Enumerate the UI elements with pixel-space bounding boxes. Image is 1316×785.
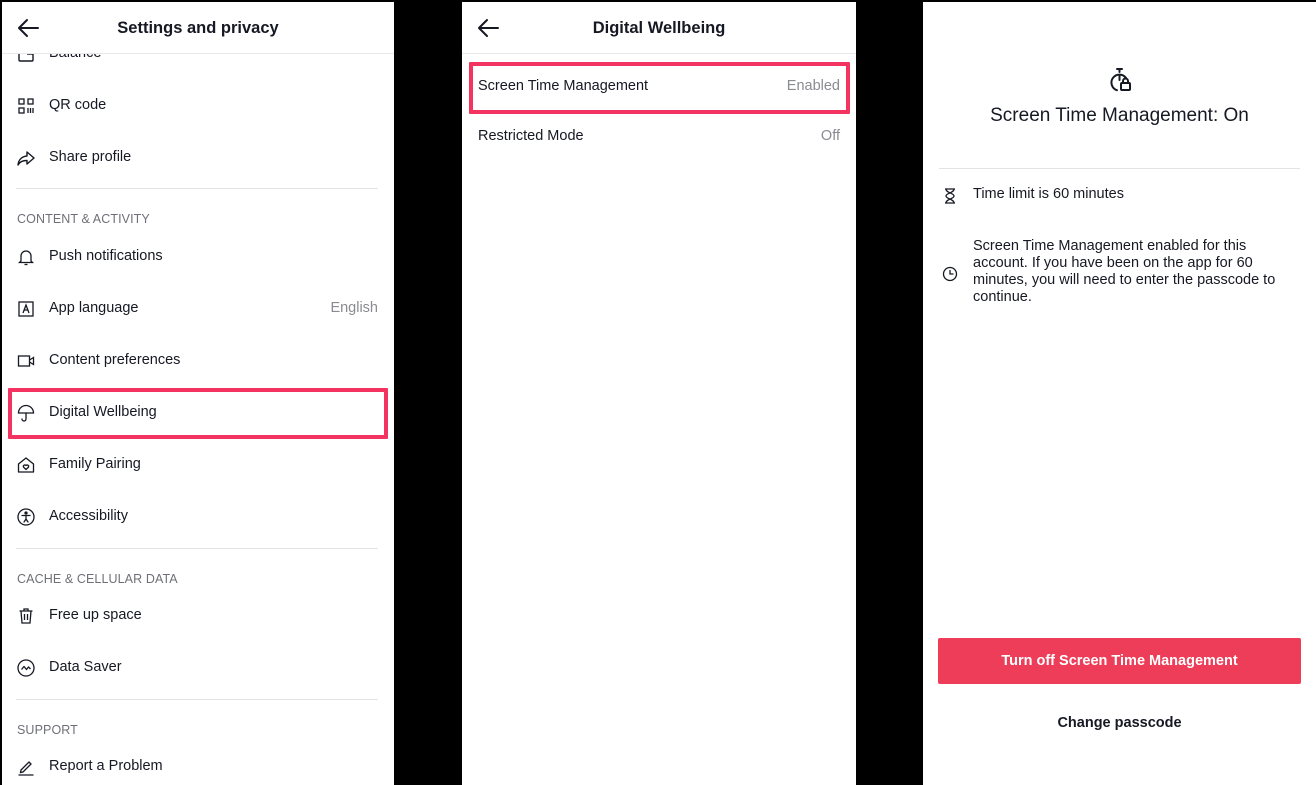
settings-item-app-language[interactable]: App language English — [2, 283, 394, 335]
settings-item-label: Accessibility — [49, 508, 128, 524]
settings-item-family-pairing[interactable]: Family Pairing — [2, 439, 394, 491]
wellbeing-item-screen-time[interactable]: Screen Time Management Enabled — [462, 62, 856, 112]
language-icon — [16, 299, 36, 319]
turn-off-screen-time-button[interactable]: Turn off Screen Time Management — [938, 638, 1301, 684]
section-header-support: SUPPORT — [17, 723, 78, 737]
settings-item-label: Content preferences — [49, 352, 181, 368]
settings-item-label: Digital Wellbeing — [49, 404, 157, 420]
change-passcode-button[interactable]: Change passcode — [938, 708, 1301, 738]
settings-item-free-up-space[interactable]: Free up space — [2, 590, 394, 642]
wellbeing-item-label: Restricted Mode — [478, 128, 584, 144]
wellbeing-item-label: Screen Time Management — [478, 78, 649, 94]
screen-time-title: Screen Time Management: On — [990, 105, 1249, 126]
wellbeing-item-value: Off — [820, 128, 840, 144]
page-title: Digital Wellbeing — [592, 19, 726, 37]
settings-item-accessibility[interactable]: Accessibility — [2, 491, 394, 543]
umbrella-icon — [16, 403, 36, 423]
trash-icon — [16, 606, 36, 626]
settings-header: Settings and privacy — [2, 2, 394, 54]
section-header-cache-data: CACHE & CELLULAR DATA — [17, 572, 178, 586]
family-pairing-icon — [16, 455, 36, 475]
wellbeing-item-restricted-mode[interactable]: Restricted Mode Off — [462, 112, 856, 162]
settings-item-digital-wellbeing[interactable]: Digital Wellbeing — [2, 387, 394, 439]
data-saver-icon — [16, 658, 36, 678]
pencil-icon — [16, 757, 36, 777]
settings-item-label: Data Saver — [49, 659, 122, 675]
settings-item-value: English — [330, 300, 378, 316]
settings-item-label: Report a Problem — [49, 758, 163, 774]
settings-item-label: Free up space — [49, 607, 142, 623]
settings-item-label: App language — [49, 300, 139, 316]
settings-item-label: QR code — [49, 97, 107, 113]
hourglass-icon — [941, 187, 959, 205]
accessibility-icon — [16, 507, 36, 527]
wellbeing-item-value: Enabled — [786, 78, 840, 94]
time-limit-text: Time limit is 60 minutes — [973, 186, 1124, 202]
section-header-content-activity: CONTENT & ACTIVITY — [17, 212, 150, 226]
section-divider — [939, 168, 1300, 169]
section-divider — [16, 699, 378, 700]
qr-code-icon — [16, 96, 36, 116]
settings-item-report-problem[interactable]: Report a Problem — [2, 741, 394, 785]
settings-item-content-preferences[interactable]: Content preferences — [2, 335, 394, 387]
settings-item-data-saver[interactable]: Data Saver — [2, 642, 394, 694]
section-divider — [16, 548, 378, 549]
settings-item-label: Family Pairing — [49, 456, 141, 472]
settings-item-push-notifications[interactable]: Push notifications — [2, 231, 394, 283]
section-divider — [16, 188, 378, 189]
screen-time-description: Screen Time Management enabled for this … — [973, 238, 1276, 305]
share-icon — [16, 148, 36, 168]
settings-item-label: Share profile — [49, 149, 132, 165]
settings-item-qr-code[interactable]: QR code — [2, 80, 394, 132]
video-icon — [16, 351, 36, 371]
timer-lock-icon — [1106, 66, 1134, 94]
screen-time-management-screen: Screen Time Management: On Time limit is… — [923, 2, 1316, 785]
digital-wellbeing-screen: Digital Wellbeing Screen Time Management… — [462, 2, 856, 785]
settings-item-share-profile[interactable]: Share profile — [2, 132, 394, 184]
settings-privacy-screen: Settings and privacy Balance QR code Sha… — [2, 2, 394, 785]
clock-icon — [941, 265, 959, 283]
wellbeing-header: Digital Wellbeing — [462, 2, 856, 54]
settings-item-label: Push notifications — [49, 248, 163, 264]
page-title: Settings and privacy — [117, 19, 279, 37]
bell-icon — [16, 247, 36, 267]
